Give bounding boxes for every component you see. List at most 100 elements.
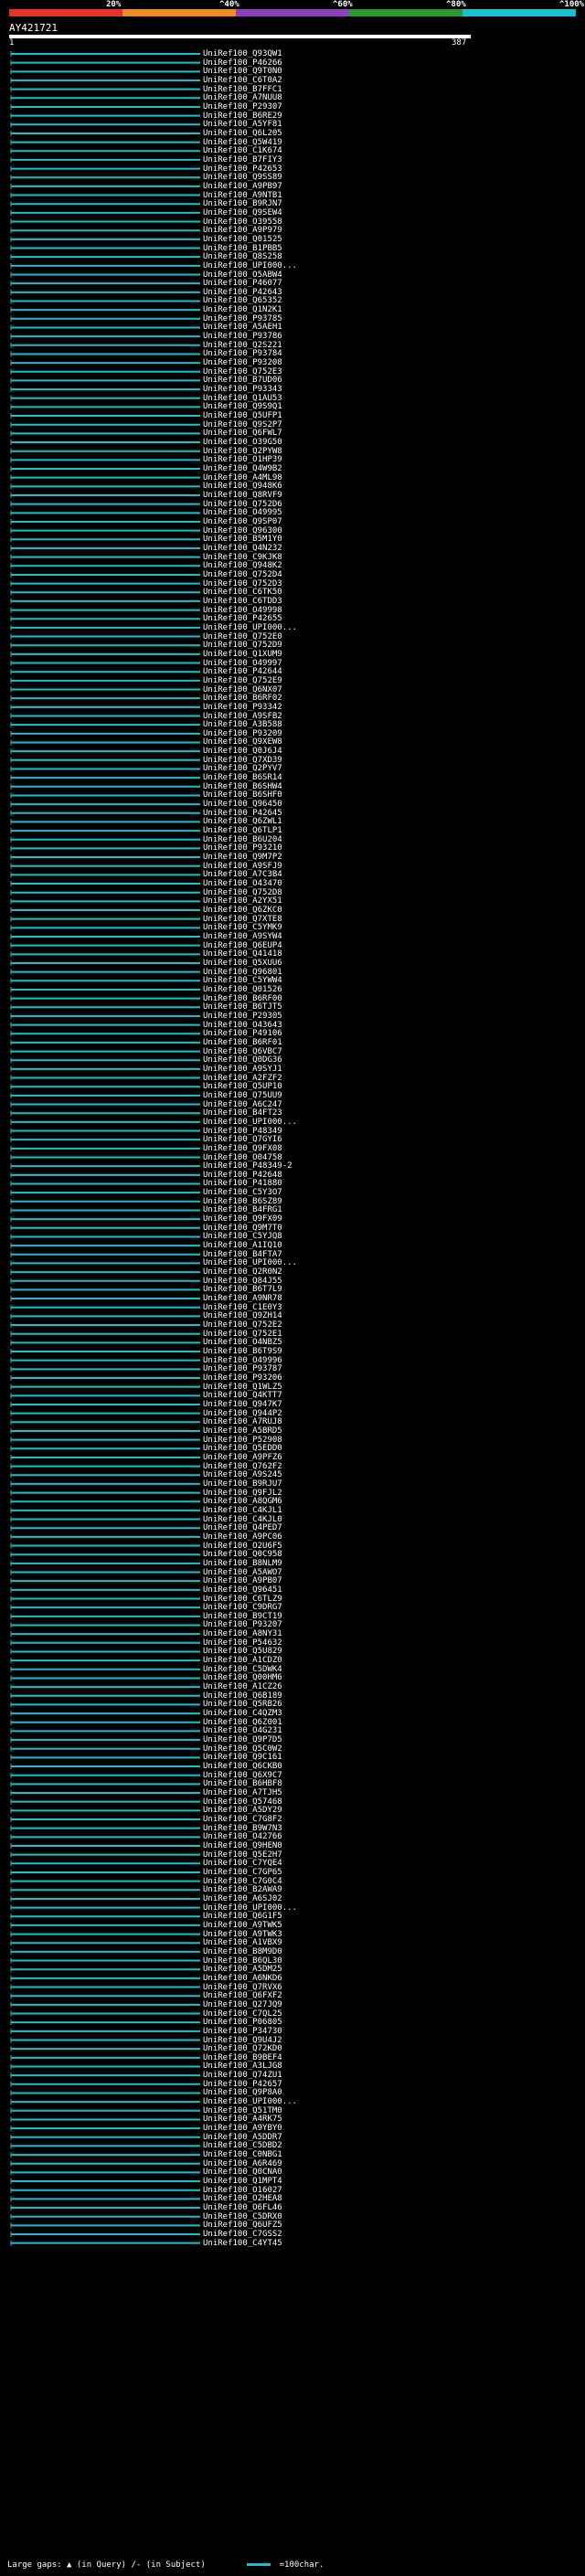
hit-label[interactable]: UniRef100_P42648 [203, 1171, 282, 1180]
hit-label[interactable]: UniRef100_Q6ZWL1 [203, 818, 282, 826]
hit-label[interactable]: UniRef100_Q944P2 [203, 1409, 282, 1418]
hit-label[interactable]: UniRef100_P93207 [203, 1621, 282, 1629]
hit-label[interactable]: UniRef100_Q9ZH14 [203, 1312, 282, 1320]
hit-label[interactable]: UniRef100_B6HBF8 [203, 1780, 282, 1788]
hit-label[interactable]: UniRef100_A3LJG8 [203, 2062, 282, 2071]
hit-label[interactable]: UniRef100_P46077 [203, 280, 282, 288]
hit-label[interactable]: UniRef100_C9DRG7 [203, 1604, 282, 1612]
hit-label[interactable]: UniRef100_B8M9D0 [203, 1947, 282, 1956]
hit-label[interactable]: UniRef100_A5DDR7 [203, 2133, 282, 2142]
hit-label[interactable]: UniRef100_P93786 [203, 333, 282, 341]
hit-label[interactable]: UniRef100_A6C247 [203, 1100, 282, 1109]
hit-label[interactable]: UniRef100_P06805 [203, 2019, 282, 2027]
hit-label[interactable]: UniRef100_C7GP65 [203, 1868, 282, 1877]
hit-label[interactable]: UniRef100_B4FTA7 [203, 1250, 282, 1259]
hit-label[interactable]: UniRef100_Q752E0 [203, 632, 282, 641]
hit-label[interactable]: UniRef100_Q72KD0 [203, 2045, 282, 2053]
hit-label[interactable]: UniRef100_B6SZ89 [203, 1197, 282, 1206]
hit-label[interactable]: UniRef100_Q93QW1 [203, 50, 282, 58]
hit-label[interactable]: UniRef100_A5BRD5 [203, 1426, 282, 1436]
hit-label[interactable]: UniRef100_Q4PED7 [203, 1524, 282, 1532]
hit-label[interactable]: UniRef100_A9S245 [203, 1471, 282, 1479]
hit-label[interactable]: UniRef100_C6TK50 [203, 588, 282, 597]
hit-label[interactable]: UniRef100_Q9FX08 [203, 1144, 282, 1153]
hit-label[interactable]: UniRef100_A9NR78 [203, 1295, 282, 1303]
hit-label[interactable]: UniRef100_Q5U829 [203, 1648, 282, 1656]
hit-label[interactable]: UniRef100_O43470 [203, 880, 282, 888]
hit-label[interactable]: UniRef100_Q6CKB0 [203, 1763, 282, 1771]
hit-label[interactable]: UniRef100_UPI000... [203, 1903, 297, 1913]
hit-label[interactable]: UniRef100_A9SFJ9 [203, 862, 282, 871]
hit-label[interactable]: UniRef100_Q948K2 [203, 562, 282, 570]
hit-label[interactable]: UniRef100_B6SHW4 [203, 782, 282, 791]
hit-label[interactable]: UniRef100_A2YX51 [203, 897, 282, 906]
hit-label[interactable]: UniRef100_A1IQ10 [203, 1242, 282, 1250]
hit-label[interactable]: UniRef100_P34730 [203, 2027, 282, 2036]
hit-label[interactable]: UniRef100_O4G231 [203, 1727, 282, 1735]
hit-label[interactable]: UniRef100_Q4N232 [203, 544, 282, 553]
hit-label[interactable]: UniRef100_Q51TM0 [203, 2106, 282, 2115]
hit-label[interactable]: UniRef100_P49106 [203, 1030, 282, 1038]
hit-label[interactable]: UniRef100_P52908 [203, 1436, 282, 1445]
hit-label[interactable]: UniRef100_P42643 [203, 288, 282, 297]
hit-label[interactable]: UniRef100_O49995 [203, 509, 282, 517]
hit-label[interactable]: UniRef100_C5DBD2 [203, 2142, 282, 2150]
hit-label[interactable]: UniRef100_P93784 [203, 350, 282, 358]
hit-label[interactable]: UniRef100_Q1XUM9 [203, 650, 282, 659]
hit-label[interactable]: UniRef100_A1CZ26 [203, 1683, 282, 1691]
hit-label[interactable]: UniRef100_Q5UP10 [203, 1083, 282, 1091]
hit-label[interactable]: UniRef100_Q1WLZ5 [203, 1383, 282, 1392]
hit-label[interactable]: UniRef100_Q6G1F5 [203, 1913, 282, 1921]
hit-label[interactable]: UniRef100_B4FRG1 [203, 1206, 282, 1214]
hit-label[interactable]: UniRef100_Q6VBC7 [203, 1047, 282, 1056]
hit-label[interactable]: UniRef100_Q752E2 [203, 1321, 282, 1330]
hit-label[interactable]: UniRef100_Q6FXF2 [203, 1992, 282, 2000]
hit-label[interactable]: UniRef100_C7GSS2 [203, 2231, 282, 2239]
hit-label[interactable]: UniRef100_B1PBB5 [203, 244, 282, 253]
hit-label[interactable]: UniRef100_B8NLM9 [203, 1559, 282, 1568]
hit-label[interactable]: UniRef100_A9PB97 [203, 182, 282, 191]
hit-label[interactable]: UniRef100_Q6X9C7 [203, 1771, 282, 1780]
hit-label[interactable]: UniRef100_Q2R0N2 [203, 1268, 282, 1277]
hit-label[interactable]: UniRef100_C7YQE4 [203, 1860, 282, 1868]
hit-label[interactable]: UniRef100_B4FT23 [203, 1109, 282, 1118]
hit-label[interactable]: UniRef100_P48349-2 [203, 1162, 292, 1171]
hit-label[interactable]: UniRef100_Q6B189 [203, 1691, 282, 1701]
hit-label[interactable]: UniRef100_A9SYW4 [203, 933, 282, 941]
hit-label[interactable]: UniRef100_Q7XTE8 [203, 915, 282, 924]
hit-label[interactable]: UniRef100_P54632 [203, 1638, 282, 1648]
hit-label[interactable]: UniRef100_O04758 [203, 1153, 282, 1162]
hit-label[interactable]: UniRef100_A9SFB2 [203, 712, 282, 721]
hit-label[interactable]: UniRef100_Q6NX07 [203, 685, 282, 694]
hit-label[interactable]: UniRef100_P29305 [203, 1012, 282, 1021]
hit-label[interactable]: UniRef100_P93343 [203, 386, 282, 394]
hit-label[interactable]: UniRef100_Q947K7 [203, 1400, 282, 1409]
hit-label[interactable]: UniRef100_A9TWK3 [203, 1930, 282, 1939]
hit-label[interactable]: UniRef100_Q27JQ9 [203, 2000, 282, 2009]
hit-label[interactable]: UniRef100_O49996 [203, 1356, 282, 1365]
hit-label[interactable]: UniRef100_UPI000... [203, 1118, 297, 1127]
hit-label[interactable]: UniRef100_C5YJQ8 [203, 1233, 282, 1241]
hit-label[interactable]: UniRef100_B6RF01 [203, 1038, 282, 1047]
hit-label[interactable]: UniRef100_Q7XD39 [203, 756, 282, 765]
hit-label[interactable]: UniRef100_A7C3B4 [203, 871, 282, 879]
hit-label[interactable]: UniRef100_Q9XEW8 [203, 738, 282, 747]
hit-label[interactable]: UniRef100_C6TDD3 [203, 597, 282, 606]
hit-label[interactable]: UniRef100_Q5XUU6 [203, 959, 282, 968]
hit-label[interactable]: UniRef100_P93342 [203, 703, 282, 712]
hit-label[interactable]: UniRef100_C5DWK4 [203, 1665, 282, 1674]
hit-label[interactable]: UniRef100_C1E0Y3 [203, 1303, 282, 1312]
hit-label[interactable]: UniRef100_C7G8F2 [203, 1816, 282, 1824]
hit-label[interactable]: UniRef100_P46266 [203, 58, 282, 68]
hit-label[interactable]: UniRef100_B6U204 [203, 835, 282, 844]
hit-label[interactable]: UniRef100_A9P979 [203, 227, 282, 235]
hit-label[interactable]: UniRef100_C5YMK9 [203, 924, 282, 932]
hit-label[interactable]: UniRef100_A5AEH1 [203, 323, 282, 332]
hit-label[interactable]: UniRef100_Q752E3 [203, 367, 282, 376]
hit-label[interactable]: UniRef100_O49997 [203, 659, 282, 668]
hit-label[interactable]: UniRef100_Q1N2K1 [203, 306, 282, 314]
hit-label[interactable]: UniRef100_Q948K6 [203, 482, 282, 491]
hit-label[interactable]: UniRef100_Q2S221 [203, 341, 282, 350]
hit-label[interactable]: UniRef100_Q9FJL2 [203, 1489, 282, 1498]
hit-label[interactable]: UniRef100_Q0DG36 [203, 1056, 282, 1065]
